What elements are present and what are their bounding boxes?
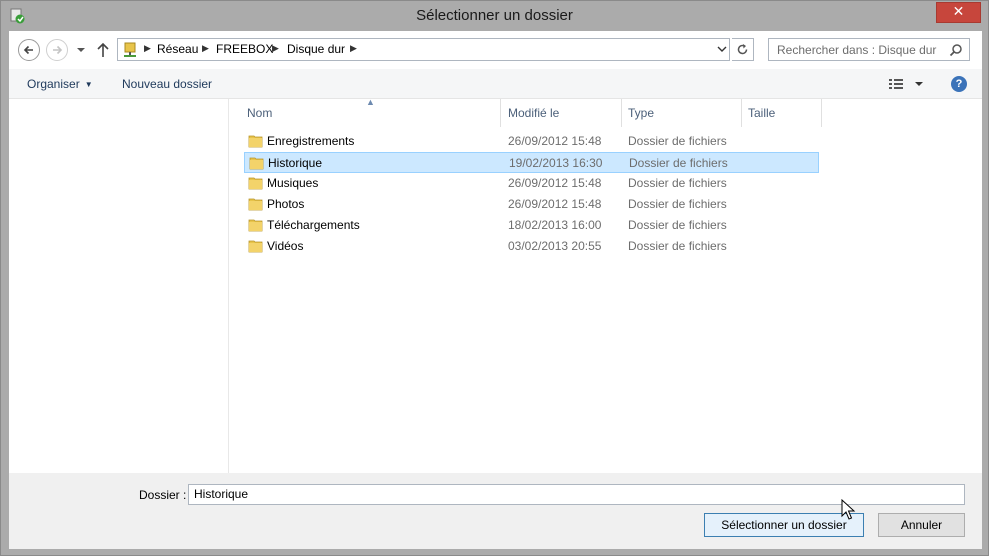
file-name: Photos — [267, 197, 305, 211]
chevron-down-icon: ▼ — [84, 80, 93, 89]
folder-label: Dossier : — [139, 488, 187, 502]
search-box[interactable]: Rechercher dans : Disque dur — [768, 38, 970, 61]
dialog-window: Sélectionner un dossier ✕ ▶ Réseau ▶ FRE… — [0, 0, 989, 556]
select-folder-button[interactable]: Sélectionner un dossier — [704, 513, 864, 537]
folder-icon — [248, 135, 263, 148]
address-bar[interactable]: ▶ Réseau ▶ FREEBOX ▶ Disque dur ▶ — [117, 38, 730, 61]
refresh-button[interactable] — [732, 38, 754, 61]
file-modified: 19/02/2013 16:30 — [509, 156, 603, 170]
folder-icon — [248, 198, 263, 211]
breadcrumb-disque-dur[interactable]: Disque dur — [287, 42, 345, 56]
breadcrumb-separator-icon[interactable]: ▶ — [202, 43, 209, 54]
list-item[interactable]: Vidéos 03/02/2013 20:55 Dossier de fichi… — [244, 236, 819, 257]
folder-icon — [249, 157, 264, 170]
breadcrumb-separator-icon[interactable]: ▶ — [272, 43, 279, 54]
chevron-down-icon[interactable] — [75, 43, 87, 57]
forward-arrow-icon — [53, 45, 63, 55]
close-button[interactable]: ✕ — [936, 2, 981, 23]
file-type: Dossier de fichiers — [629, 156, 728, 170]
search-icon[interactable] — [949, 43, 963, 57]
folder-icon — [248, 219, 263, 232]
folder-icon — [248, 177, 263, 190]
list-item[interactable]: Enregistrements 26/09/2012 15:48 Dossier… — [244, 131, 819, 152]
file-name: Historique — [268, 156, 323, 170]
mouse-cursor-icon — [841, 499, 856, 520]
organize-label: Organiser — [27, 77, 80, 91]
file-modified: 03/02/2013 20:55 — [508, 239, 602, 253]
window-title: Sélectionner un dossier — [416, 7, 573, 24]
command-bar: Organiser ▼ Nouveau dossier ? — [9, 69, 982, 99]
list-item[interactable]: Musiques 26/09/2012 15:48 Dossier de fic… — [244, 173, 819, 194]
organize-menu[interactable]: Organiser ▼ — [27, 77, 93, 91]
file-name: Vidéos — [267, 239, 304, 253]
file-type: Dossier de fichiers — [628, 239, 727, 253]
new-folder-button[interactable]: Nouveau dossier — [122, 77, 212, 91]
breadcrumb-separator-icon[interactable]: ▶ — [144, 43, 151, 54]
up-arrow-icon[interactable] — [95, 41, 111, 59]
file-type: Dossier de fichiers — [628, 134, 727, 148]
list-item[interactable]: Photos 26/09/2012 15:48 Dossier de fichi… — [244, 194, 819, 215]
navigation-bar: ▶ Réseau ▶ FREEBOX ▶ Disque dur ▶ Recher… — [9, 31, 982, 69]
file-name: Téléchargements — [267, 218, 360, 232]
breadcrumb-reseau[interactable]: Réseau — [157, 42, 198, 56]
file-modified: 26/09/2012 15:48 — [508, 134, 602, 148]
chevron-down-icon[interactable] — [716, 42, 728, 56]
back-button[interactable] — [18, 39, 40, 61]
column-header-name[interactable]: Nom — [241, 99, 501, 127]
column-header-size[interactable]: Taille — [742, 99, 822, 127]
back-arrow-icon — [23, 45, 33, 55]
file-type: Dossier de fichiers — [628, 197, 727, 211]
file-modified: 26/09/2012 15:48 — [508, 197, 602, 211]
cancel-button[interactable]: Annuler — [878, 513, 965, 537]
forward-button[interactable] — [46, 39, 68, 61]
breadcrumb-freebox[interactable]: FREEBOX — [216, 42, 273, 56]
column-header-modified[interactable]: Modifié le — [502, 99, 622, 127]
search-placeholder: Rechercher dans : Disque dur — [777, 43, 937, 57]
refresh-icon — [737, 44, 748, 55]
file-type: Dossier de fichiers — [628, 218, 727, 232]
list-item[interactable]: Téléchargements 18/02/2013 16:00 Dossier… — [244, 215, 819, 236]
file-modified: 26/09/2012 15:48 — [508, 176, 602, 190]
list-item-selected[interactable]: Historique 19/02/2013 16:30 Dossier de f… — [244, 152, 819, 173]
file-name: Enregistrements — [267, 134, 355, 148]
bottom-panel: Dossier : Historique Sélectionner un dos… — [9, 473, 982, 549]
close-icon: ✕ — [952, 4, 965, 20]
help-icon[interactable]: ? — [951, 76, 967, 92]
folder-icon — [248, 240, 263, 253]
column-header-type[interactable]: Type — [622, 99, 742, 127]
file-list: ▲ Nom Modifié le Type Taille Enregistrem… — [229, 97, 982, 473]
title-bar[interactable]: Sélectionner un dossier ✕ — [1, 1, 988, 31]
file-name: Musiques — [267, 176, 319, 190]
file-type: Dossier de fichiers — [628, 176, 727, 190]
dialog-client: ▶ Réseau ▶ FREEBOX ▶ Disque dur ▶ Recher… — [9, 31, 982, 549]
breadcrumb-separator-icon[interactable]: ▶ — [350, 43, 357, 54]
view-options-icon[interactable] — [889, 76, 929, 92]
network-drive-icon — [124, 42, 136, 57]
navigation-pane[interactable] — [9, 99, 229, 473]
file-modified: 18/02/2013 16:00 — [508, 218, 602, 232]
